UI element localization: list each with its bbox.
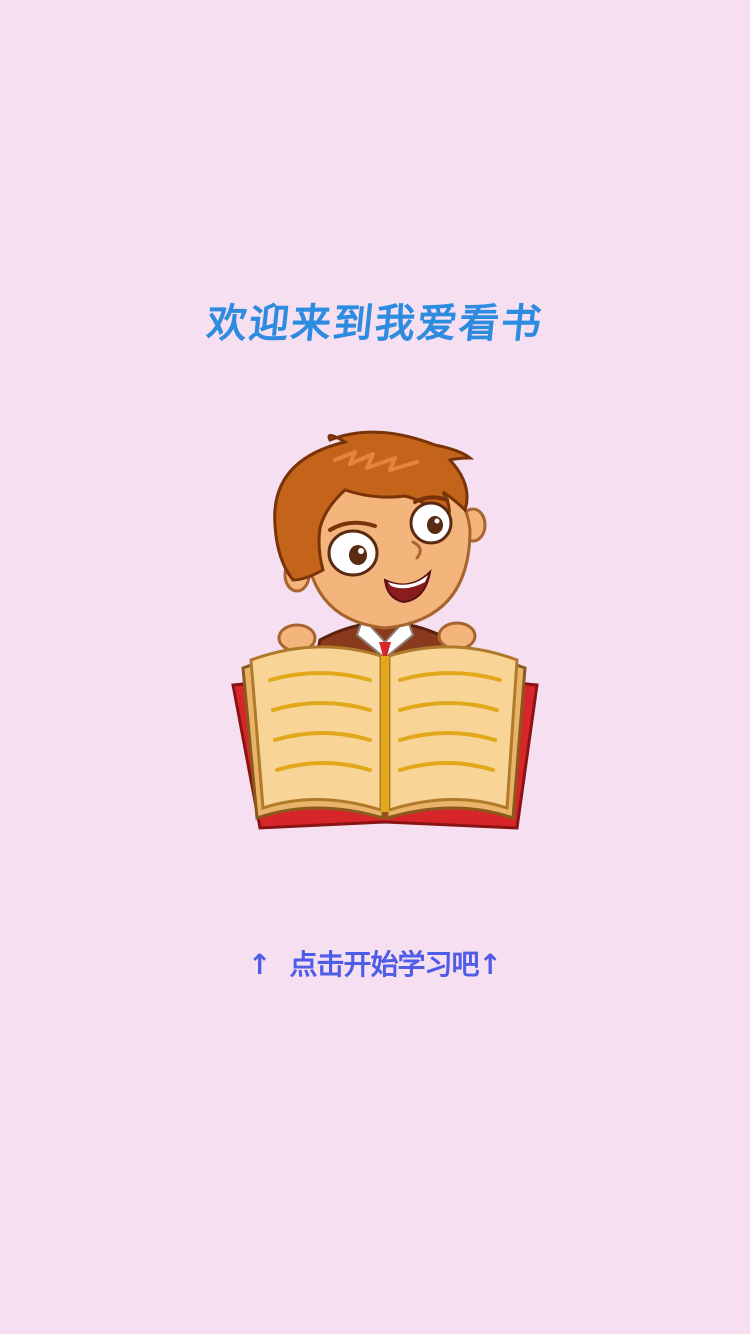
start-learning-label: 点击开始学习吧: [289, 948, 479, 981]
splash-screen: 欢迎来到我爱看书 ↑ 点击开始学习吧 ↑: [0, 0, 750, 1334]
up-arrow-icon: ↑: [478, 948, 502, 981]
up-arrow-icon: ↑: [248, 948, 272, 981]
welcome-title: 欢迎来到我爱看书: [204, 301, 546, 347]
start-learning-button[interactable]: ↑ 点击开始学习吧 ↑: [0, 940, 750, 990]
boy-reading-book-illustration: [225, 430, 545, 840]
boy-reading-book-icon: [231, 430, 539, 830]
